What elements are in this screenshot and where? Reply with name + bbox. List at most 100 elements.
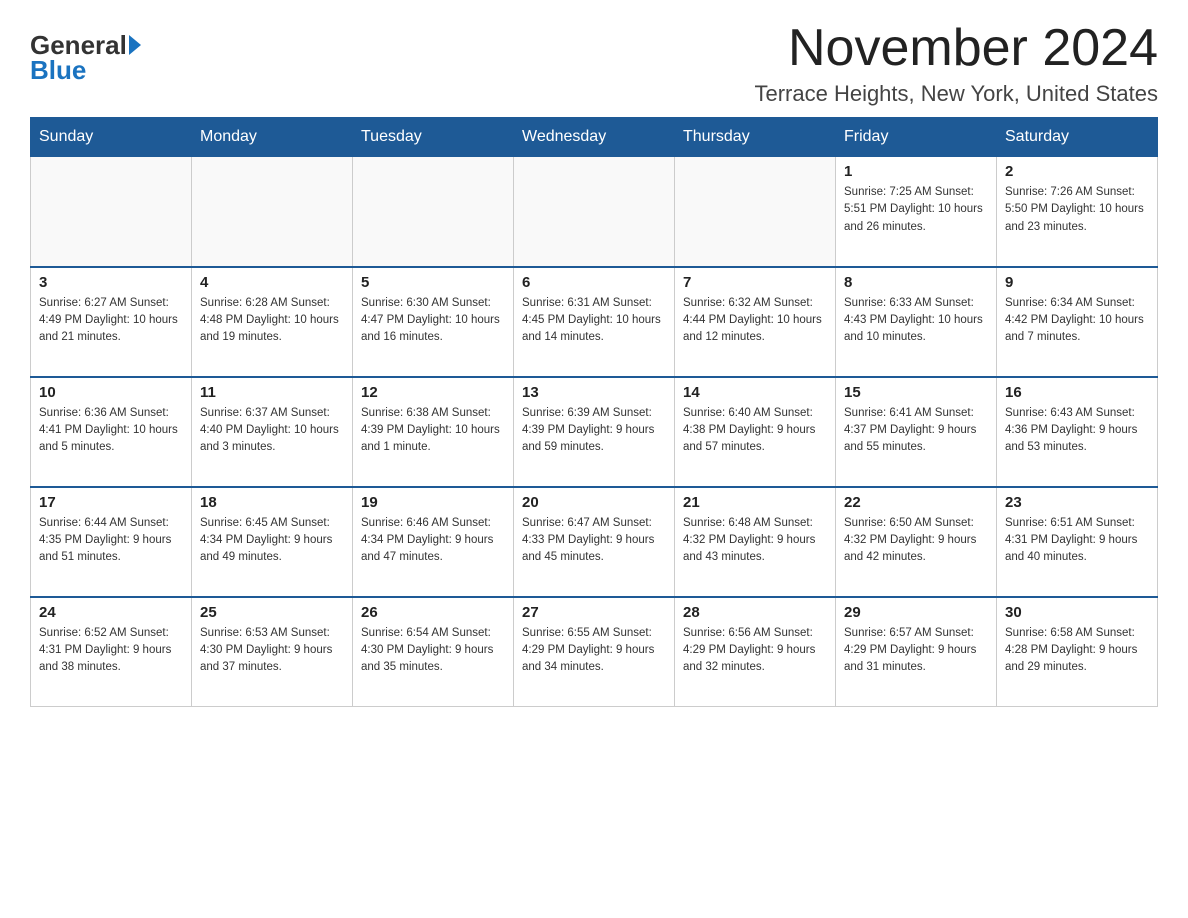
calendar-cell: 21 Sunrise: 6:48 AM Sunset: 4:32 PM Dayli… [675,487,836,597]
day-number: 19 [361,494,505,511]
calendar-cell: 6 Sunrise: 6:31 AM Sunset: 4:45 PM Daylig… [514,267,675,377]
day-number: 14 [683,384,827,401]
day-number: 7 [683,274,827,291]
day-number: 23 [1005,494,1149,511]
day-number: 8 [844,274,988,291]
day-number: 26 [361,604,505,621]
calendar-cell: 20Sunrise: 6:47 AM Sunset: 4:33 PM Dayli… [514,487,675,597]
calendar-table: SundayMondayTuesdayWednesdayThursdayFrid… [30,117,1158,707]
calendar-cell [514,157,675,267]
day-info: Sunrise: 6:36 AM Sunset: 4:41 PM Dayligh… [39,405,183,457]
day-info: Sunrise: 7:25 AM Sunset: 5:51 PM Dayligh… [844,184,988,236]
day-number: 21 [683,494,827,511]
day-number: 25 [200,604,344,621]
calendar-cell: 24Sunrise: 6:52 AM Sunset: 4:31 PM Dayli… [31,597,192,707]
title-section: November 2024 Terrace Heights, New York,… [754,20,1158,107]
weekday-header-sunday: Sunday [31,118,192,157]
day-number: 24 [39,604,183,621]
day-info: Sunrise: 6:51 AM Sunset: 4:31 PM Dayligh… [1005,515,1149,567]
calendar-cell: 12 Sunrise: 6:38 AM Sunset: 4:39 PM Dayli… [353,377,514,487]
calendar-cell [353,157,514,267]
day-number: 6 [522,274,666,291]
day-info: Sunrise: 6:48 AM Sunset: 4:32 PM Dayligh… [683,515,827,567]
calendar-cell: 16Sunrise: 6:43 AM Sunset: 4:36 PM Dayli… [997,377,1158,487]
day-info: Sunrise: 6:30 AM Sunset: 4:47 PM Dayligh… [361,295,505,347]
calendar-cell: 26 Sunrise: 6:54 AM Sunset: 4:30 PM Dayli… [353,597,514,707]
logo-blue: Blue [30,55,86,86]
day-info: Sunrise: 6:41 AM Sunset: 4:37 PM Dayligh… [844,405,988,457]
day-info: Sunrise: 6:40 AM Sunset: 4:38 PM Dayligh… [683,405,827,457]
calendar-cell: 18Sunrise: 6:45 AM Sunset: 4:34 PM Dayli… [192,487,353,597]
day-number: 12 [361,384,505,401]
day-number: 17 [39,494,183,511]
calendar-cell: 4Sunrise: 6:28 AM Sunset: 4:48 PM Daylig… [192,267,353,377]
day-number: 3 [39,274,183,291]
location-title: Terrace Heights, New York, United States [754,81,1158,107]
day-info: Sunrise: 6:55 AM Sunset: 4:29 PM Dayligh… [522,625,666,677]
week-row-5: 24Sunrise: 6:52 AM Sunset: 4:31 PM Dayli… [31,597,1158,707]
day-number: 22 [844,494,988,511]
day-info: Sunrise: 6:34 AM Sunset: 4:42 PM Dayligh… [1005,295,1149,347]
day-number: 9 [1005,274,1149,291]
weekday-header-friday: Friday [836,118,997,157]
day-info: Sunrise: 6:45 AM Sunset: 4:34 PM Dayligh… [200,515,344,567]
weekday-header-tuesday: Tuesday [353,118,514,157]
day-number: 5 [361,274,505,291]
calendar-cell: 30 Sunrise: 6:58 AM Sunset: 4:28 PM Dayli… [997,597,1158,707]
day-number: 28 [683,604,827,621]
day-info: Sunrise: 6:43 AM Sunset: 4:36 PM Dayligh… [1005,405,1149,457]
weekday-header-row: SundayMondayTuesdayWednesdayThursdayFrid… [31,118,1158,157]
calendar-cell [31,157,192,267]
day-number: 15 [844,384,988,401]
calendar-cell: 23 Sunrise: 6:51 AM Sunset: 4:31 PM Dayli… [997,487,1158,597]
day-info: Sunrise: 6:47 AM Sunset: 4:33 PM Dayligh… [522,515,666,567]
day-info: Sunrise: 7:26 AM Sunset: 5:50 PM Dayligh… [1005,184,1149,236]
calendar-cell: 1Sunrise: 7:25 AM Sunset: 5:51 PM Daylig… [836,157,997,267]
day-number: 27 [522,604,666,621]
day-number: 2 [1005,163,1149,180]
calendar-cell: 27 Sunrise: 6:55 AM Sunset: 4:29 PM Dayli… [514,597,675,707]
day-info: Sunrise: 6:58 AM Sunset: 4:28 PM Dayligh… [1005,625,1149,677]
day-info: Sunrise: 6:50 AM Sunset: 4:32 PM Dayligh… [844,515,988,567]
day-info: Sunrise: 6:27 AM Sunset: 4:49 PM Dayligh… [39,295,183,347]
calendar-cell: 11Sunrise: 6:37 AM Sunset: 4:40 PM Dayli… [192,377,353,487]
day-info: Sunrise: 6:57 AM Sunset: 4:29 PM Dayligh… [844,625,988,677]
day-info: Sunrise: 6:54 AM Sunset: 4:30 PM Dayligh… [361,625,505,677]
day-info: Sunrise: 6:33 AM Sunset: 4:43 PM Dayligh… [844,295,988,347]
calendar-cell [675,157,836,267]
header: General Blue November 2024 Terrace Heigh… [30,20,1158,107]
day-info: Sunrise: 6:32 AM Sunset: 4:44 PM Dayligh… [683,295,827,347]
week-row-3: 10 Sunrise: 6:36 AM Sunset: 4:41 PM Dayli… [31,377,1158,487]
calendar-cell: 10 Sunrise: 6:36 AM Sunset: 4:41 PM Dayli… [31,377,192,487]
calendar-cell: 25 Sunrise: 6:53 AM Sunset: 4:30 PM Dayli… [192,597,353,707]
day-info: Sunrise: 6:31 AM Sunset: 4:45 PM Dayligh… [522,295,666,347]
day-number: 11 [200,384,344,401]
day-number: 13 [522,384,666,401]
day-number: 30 [1005,604,1149,621]
calendar-cell: 7 Sunrise: 6:32 AM Sunset: 4:44 PM Daylig… [675,267,836,377]
day-info: Sunrise: 6:38 AM Sunset: 4:39 PM Dayligh… [361,405,505,457]
day-number: 29 [844,604,988,621]
calendar-cell: 22 Sunrise: 6:50 AM Sunset: 4:32 PM Dayli… [836,487,997,597]
weekday-header-thursday: Thursday [675,118,836,157]
week-row-4: 17Sunrise: 6:44 AM Sunset: 4:35 PM Dayli… [31,487,1158,597]
day-number: 4 [200,274,344,291]
calendar-cell: 3 Sunrise: 6:27 AM Sunset: 4:49 PM Daylig… [31,267,192,377]
calendar-cell [192,157,353,267]
day-number: 10 [39,384,183,401]
calendar-cell: 5 Sunrise: 6:30 AM Sunset: 4:47 PM Daylig… [353,267,514,377]
week-row-1: 1Sunrise: 7:25 AM Sunset: 5:51 PM Daylig… [31,157,1158,267]
calendar-cell: 19 Sunrise: 6:46 AM Sunset: 4:34 PM Dayli… [353,487,514,597]
month-title: November 2024 [754,20,1158,77]
logo-arrow-icon [129,35,141,55]
calendar-cell: 2 Sunrise: 7:26 AM Sunset: 5:50 PM Daylig… [997,157,1158,267]
day-info: Sunrise: 6:46 AM Sunset: 4:34 PM Dayligh… [361,515,505,567]
day-info: Sunrise: 6:39 AM Sunset: 4:39 PM Dayligh… [522,405,666,457]
calendar-cell: 15 Sunrise: 6:41 AM Sunset: 4:37 PM Dayli… [836,377,997,487]
day-info: Sunrise: 6:53 AM Sunset: 4:30 PM Dayligh… [200,625,344,677]
calendar-cell: 8 Sunrise: 6:33 AM Sunset: 4:43 PM Daylig… [836,267,997,377]
logo: General Blue [30,30,141,86]
week-row-2: 3 Sunrise: 6:27 AM Sunset: 4:49 PM Daylig… [31,267,1158,377]
weekday-header-saturday: Saturday [997,118,1158,157]
weekday-header-monday: Monday [192,118,353,157]
